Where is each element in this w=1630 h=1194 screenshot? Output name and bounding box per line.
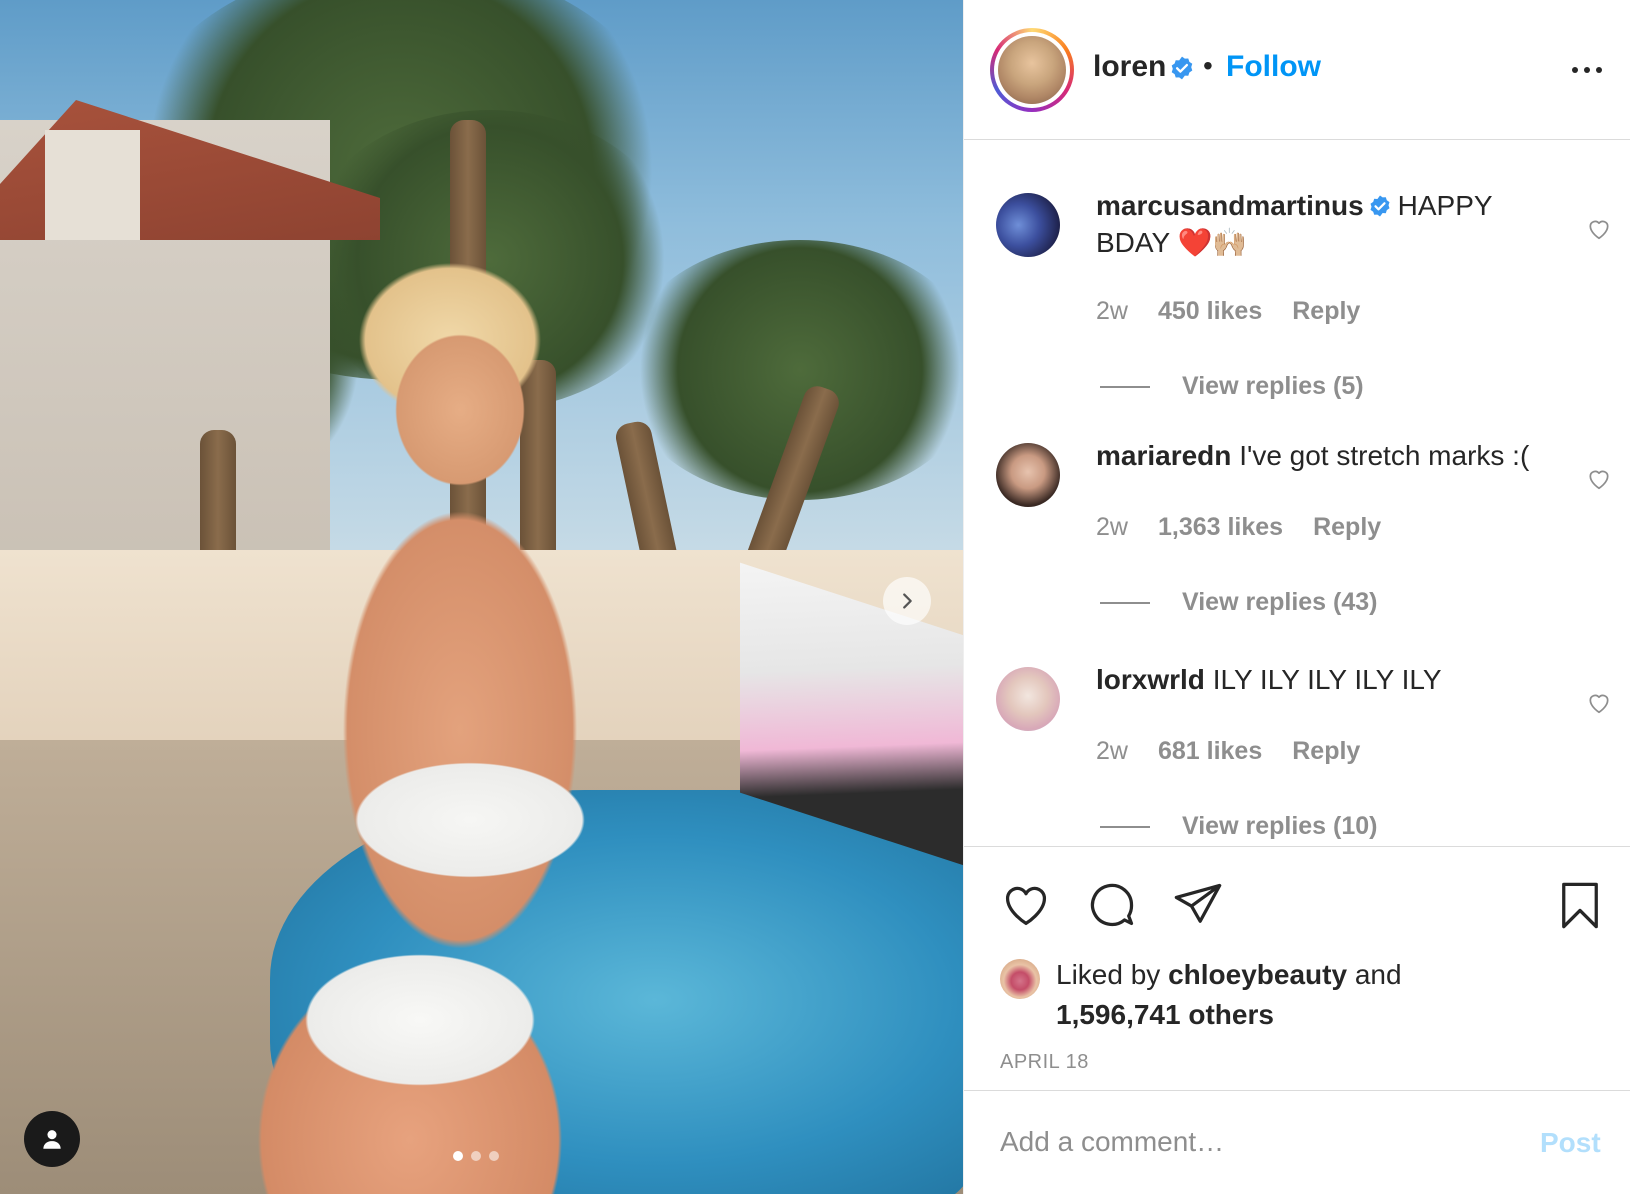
carousel-next-button[interactable] [883, 577, 931, 625]
chevron-right-icon [903, 593, 912, 609]
post-date[interactable]: APRIL 18 [1000, 1051, 1089, 1074]
header-separator: • [1203, 50, 1213, 81]
post-actions: Liked by chloeybeauty and 1,596,741 othe… [964, 846, 1630, 1086]
verified-badge-icon [1171, 56, 1193, 80]
carousel-dot [489, 1151, 499, 1161]
comment-likes[interactable]: 450 likes [1158, 297, 1262, 326]
comment-meta: 2w 1,363 likes Reply [1096, 513, 1381, 542]
comment-username[interactable]: lorxwrld [1096, 664, 1205, 695]
comment-text: I've got stretch marks :( [1239, 440, 1530, 471]
view-replies-label: View replies (43) [1182, 588, 1378, 616]
comment-username[interactable]: mariaredn [1096, 440, 1231, 471]
liked-by-prefix: Liked by [1056, 959, 1161, 990]
view-replies-button[interactable]: View replies (43) [1100, 588, 1377, 617]
replies-line [1100, 601, 1150, 604]
liked-by-text: Liked by chloeybeauty and 1,596,741 othe… [1056, 955, 1576, 1035]
small-heart-icon[interactable] [1586, 690, 1612, 716]
comment-input[interactable] [1000, 1117, 1500, 1167]
user-tag-button[interactable] [24, 1111, 80, 1167]
comment-avatar[interactable] [996, 667, 1060, 731]
comment-bubble-icon[interactable] [1086, 879, 1138, 931]
liked-by-user[interactable]: chloeybeauty [1168, 959, 1347, 990]
heart-icon[interactable] [1000, 879, 1052, 931]
add-comment-bar: Post [964, 1090, 1630, 1194]
comment-body: mariaredn I've got stretch marks :( [1096, 437, 1556, 474]
author-username[interactable]: loren [1093, 50, 1166, 84]
comment-text: ILY ILY ILY ILY ILY [1212, 664, 1442, 695]
view-replies-button[interactable]: View replies (5) [1100, 372, 1364, 401]
follow-button[interactable]: Follow [1226, 50, 1321, 84]
comment-likes[interactable]: 1,363 likes [1158, 513, 1283, 542]
view-replies-button[interactable]: View replies (10) [1100, 812, 1377, 841]
replies-line [1100, 385, 1150, 388]
avatar-ring-inner [994, 32, 1070, 108]
photo-person [250, 260, 770, 1194]
photo-chimney [45, 130, 140, 240]
carousel-dot [471, 1151, 481, 1161]
post-sidebar: loren • Follow marcusandmartinus HAPPY BD… [963, 0, 1630, 1194]
comment-time[interactable]: 2w [1096, 737, 1128, 766]
comment-avatar[interactable] [996, 193, 1060, 257]
comment-likes[interactable]: 681 likes [1158, 737, 1262, 766]
view-replies-label: View replies (5) [1182, 372, 1364, 400]
comment-meta: 2w 450 likes Reply [1096, 297, 1360, 326]
view-replies-label: View replies (10) [1182, 812, 1378, 840]
comment-username[interactable]: marcusandmartinus [1096, 190, 1364, 221]
comment-meta: 2w 681 likes Reply [1096, 737, 1360, 766]
user-tag-icon [43, 1130, 61, 1149]
post-media[interactable] [0, 0, 963, 1194]
post-header: loren • Follow [964, 0, 1630, 140]
carousel-dot-active [453, 1151, 463, 1161]
comments-list[interactable]: marcusandmartinus HAPPY BDAY ❤️🙌🏼 2w 450 … [964, 141, 1630, 846]
verified-badge-icon [1370, 195, 1390, 217]
author-avatar[interactable] [990, 28, 1074, 112]
liked-by-avatar[interactable] [1000, 959, 1040, 999]
small-heart-icon[interactable] [1586, 466, 1612, 492]
liked-by-others[interactable]: 1,596,741 others [1056, 999, 1274, 1030]
post-comment-button[interactable]: Post [1540, 1127, 1601, 1159]
liked-by-conjunction: and [1354, 959, 1402, 990]
replies-line [1100, 825, 1150, 828]
carousel-indicator [453, 1151, 499, 1161]
comment-body: lorxwrld ILY ILY ILY ILY ILY [1096, 661, 1556, 698]
comment-time[interactable]: 2w [1096, 513, 1128, 542]
small-heart-icon[interactable] [1586, 216, 1612, 242]
avatar-image [998, 36, 1066, 104]
comment-time[interactable]: 2w [1096, 297, 1128, 326]
paper-plane-icon[interactable] [1172, 879, 1224, 931]
comment-reply-button[interactable]: Reply [1313, 513, 1381, 542]
comment-reply-button[interactable]: Reply [1292, 297, 1360, 326]
more-horizontal-icon[interactable] [1567, 58, 1607, 82]
comment-reply-button[interactable]: Reply [1292, 737, 1360, 766]
bookmark-icon[interactable] [1554, 879, 1606, 931]
comment-avatar[interactable] [996, 443, 1060, 507]
comment-body: marcusandmartinus HAPPY BDAY ❤️🙌🏼 [1096, 187, 1556, 261]
